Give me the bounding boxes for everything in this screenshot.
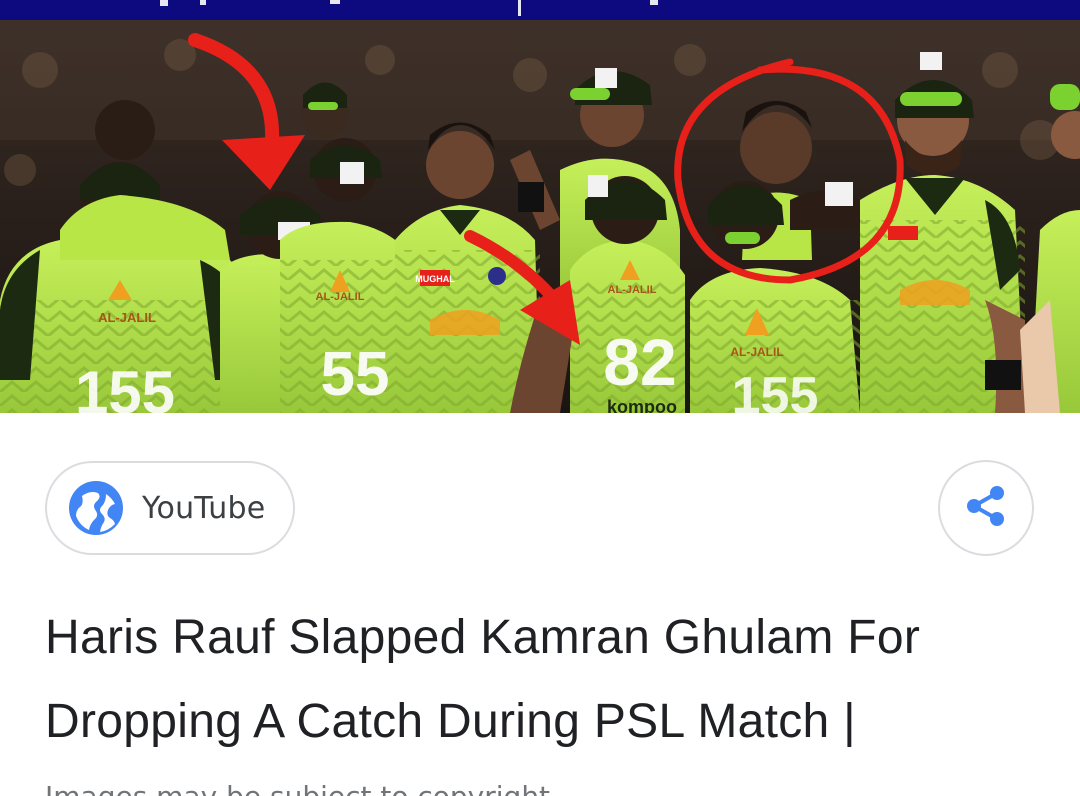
jersey-brand-text: MUGHAL — [415, 274, 455, 284]
svg-text:55: 55 — [321, 340, 390, 409]
source-chip[interactable]: YouTube — [45, 461, 295, 555]
share-button[interactable] — [938, 460, 1034, 556]
svg-text:AL-JALIL: AL-JALIL — [730, 345, 783, 359]
result-image[interactable]: AL-JALIL 155 AL-JALIL 55 MUGHAL AL-JALIL… — [0, 0, 1080, 413]
image-result-page: AL-JALIL 155 AL-JALIL 55 MUGHAL AL-JALIL… — [0, 0, 1080, 796]
svg-text:82: 82 — [603, 325, 676, 399]
source-label: YouTube — [142, 490, 266, 526]
svg-text:155: 155 — [732, 367, 819, 413]
copyright-note: Images may be subject to copyright. — [45, 780, 559, 796]
share-icon — [964, 484, 1008, 532]
back-sponsor-text: kompoo — [607, 397, 677, 413]
svg-text:155: 155 — [75, 359, 175, 413]
player-front-right-155: AL-JALIL 155 — [690, 181, 860, 413]
sponsor-text-left: AL-JALIL — [98, 310, 156, 325]
svg-text:AL-JALIL: AL-JALIL — [608, 284, 657, 296]
svg-text:AL-JALIL: AL-JALIL — [316, 291, 365, 303]
player-back-topleft — [301, 82, 349, 139]
result-title[interactable]: Haris Rauf Slapped Kamran Ghulam For Dro… — [45, 596, 1045, 764]
globe-icon — [68, 480, 124, 536]
